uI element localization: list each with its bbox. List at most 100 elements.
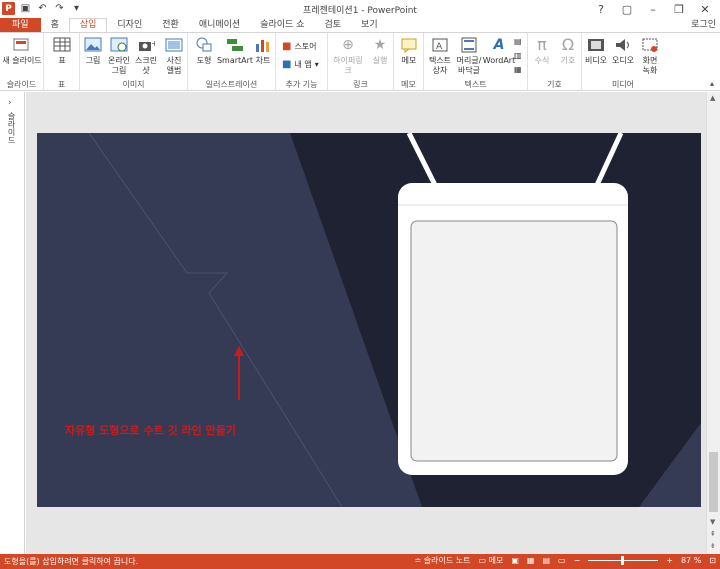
camera-icon: +	[136, 36, 156, 54]
restore-icon[interactable]: ❐	[666, 0, 692, 18]
group-symbols: π 수식 Ω 기호 기호	[528, 33, 582, 91]
close-icon[interactable]: ✕	[692, 0, 718, 18]
slide-artwork	[37, 133, 701, 507]
scroll-up-icon[interactable]: ▲	[710, 94, 715, 102]
title-bar: P ▣ ↶ ↷ ▾ 프레젠테이션1 - PowerPoint ? ▢ – ❐ ✕	[0, 0, 720, 18]
header-footer-icon	[459, 36, 479, 54]
group-links: ⊕ 하이퍼링크 ★ 실행 링크	[328, 33, 394, 91]
textbox-button[interactable]: A 텍스트 상자	[426, 36, 454, 76]
screen-recording-button[interactable]: 화면 녹화	[638, 36, 662, 76]
tab-insert[interactable]: 삽입	[68, 18, 108, 33]
date-time-icon[interactable]: ▤	[514, 37, 522, 46]
zoom-slider-knob[interactable]	[621, 556, 625, 565]
tab-view[interactable]: 보기	[351, 18, 388, 33]
zoom-level[interactable]: 87 %	[681, 556, 701, 565]
online-pictures-button[interactable]: 온라인 그림	[106, 36, 132, 76]
scrollbar-thumb[interactable]	[709, 452, 718, 512]
zoom-slider[interactable]	[588, 556, 659, 565]
photo-album-button[interactable]: 사진 앨범	[162, 36, 186, 76]
tab-transitions[interactable]: 전환	[152, 18, 189, 33]
group-illustrations: 도형 SmartArt 차트 일러스트레이션	[188, 33, 276, 91]
annotation-arrow	[234, 346, 244, 400]
shapes-icon	[194, 36, 214, 54]
slide-number-icon[interactable]: ▥	[514, 51, 522, 60]
zoom-in-icon[interactable]: +	[666, 556, 673, 565]
pi-icon: π	[537, 35, 547, 54]
shapes-button[interactable]: 도형	[192, 36, 216, 66]
slide-canvas[interactable]	[37, 133, 701, 507]
photo-album-icon	[164, 36, 184, 54]
new-slide-button[interactable]: 새 슬라이드	[2, 36, 42, 66]
video-icon	[586, 36, 606, 54]
previous-slide-icon[interactable]: ⇞	[710, 530, 716, 538]
store-button[interactable]: ■ 스토어	[282, 41, 317, 52]
ribbon: 새 슬라이드 슬라이드 표 표 그림 온라인 그림 + 스크린샷 사진 앨범 이…	[0, 32, 720, 91]
action-button[interactable]: ★ 실행	[368, 36, 392, 66]
wordart-icon: A	[493, 37, 505, 53]
hyperlink-button[interactable]: ⊕ 하이퍼링크	[330, 36, 366, 76]
symbol-button[interactable]: Ω 기호	[556, 36, 580, 66]
store-icon: ■	[282, 41, 292, 52]
group-table: 표 표	[44, 33, 80, 91]
tab-file[interactable]: 파일	[0, 18, 41, 33]
normal-view-icon[interactable]: ▣	[511, 556, 519, 565]
tab-review[interactable]: 검토	[314, 18, 351, 33]
comment-icon	[399, 36, 419, 54]
my-apps-icon: ■	[282, 59, 292, 70]
tab-design[interactable]: 디자인	[107, 18, 152, 33]
minimize-icon[interactable]: –	[640, 0, 666, 18]
ribbon-tabs: 파일 홈 삽입 디자인 전환 애니메이션 슬라이드 쇼 검토 보기 로그인	[0, 18, 720, 33]
login-link[interactable]: 로그인	[691, 18, 716, 33]
table-icon	[52, 36, 72, 54]
status-message: 도형을(를) 삽입하려면 클릭하여 끕니다.	[4, 557, 139, 566]
group-addins: ■ 스토어 ■ 내 앱 ▾ 추가 기능	[276, 33, 328, 91]
scroll-down-icon[interactable]: ▼	[710, 518, 715, 526]
action-star-icon: ★	[373, 37, 387, 53]
audio-button[interactable]: 오디오	[610, 36, 636, 66]
next-slide-icon[interactable]: ⇟	[710, 542, 716, 550]
hyperlink-icon: ⊕	[342, 37, 354, 53]
group-comments: 메모 메모	[394, 33, 424, 91]
video-button[interactable]: 비디오	[584, 36, 608, 66]
slide-sorter-icon[interactable]: ▦	[527, 556, 535, 565]
object-icon[interactable]: ▦	[514, 65, 522, 74]
comment-button[interactable]: 메모	[397, 36, 421, 66]
ribbon-display-icon[interactable]: ▢	[614, 0, 640, 18]
pictures-button[interactable]: 그림	[82, 36, 104, 66]
online-picture-icon	[109, 36, 129, 54]
notes-button[interactable]: ≐ 슬라이드 노트	[415, 555, 471, 566]
group-slides: 새 슬라이드 슬라이드	[0, 33, 44, 91]
chart-button[interactable]: 차트	[252, 36, 274, 66]
tab-slideshow[interactable]: 슬라이드 쇼	[250, 18, 314, 33]
annotation-text: 자유형 도형으로 수트 깃 라인 만들기	[65, 424, 236, 437]
speaker-icon	[613, 36, 633, 54]
reading-view-icon[interactable]: ▤	[542, 556, 550, 565]
wordart-button[interactable]: A WordArt	[483, 36, 515, 66]
group-text: A 텍스트 상자 머리글/바닥글 A WordArt ▤ ▥ ▦ 텍스트	[424, 33, 528, 91]
zoom-out-icon[interactable]: −	[574, 556, 581, 565]
chart-icon	[253, 36, 273, 54]
vertical-scrollbar[interactable]: ▲ ▼ ⇞ ⇟	[706, 92, 720, 554]
header-footer-button[interactable]: 머리글/바닥글	[454, 36, 484, 76]
screen-recording-icon	[640, 36, 660, 54]
comments-button[interactable]: ▭ 메모	[478, 555, 503, 566]
table-button[interactable]: 표	[48, 36, 76, 66]
id-card-photo-area[interactable]	[410, 220, 618, 462]
my-apps-button[interactable]: ■ 내 앱 ▾	[282, 59, 319, 70]
group-images: 그림 온라인 그림 + 스크린샷 사진 앨범 이미지	[80, 33, 188, 91]
screenshot-button[interactable]: + 스크린샷	[132, 36, 160, 76]
slideshow-icon[interactable]: ▭	[558, 556, 566, 565]
tab-home[interactable]: 홈	[41, 18, 69, 33]
fit-to-window-icon[interactable]: ⊡	[709, 556, 716, 565]
equation-button[interactable]: π 수식	[530, 36, 554, 66]
svg-text:+: +	[151, 39, 155, 48]
help-icon[interactable]: ?	[588, 0, 614, 18]
thumbnail-pane: › 슬라이드	[0, 92, 25, 554]
new-slide-icon	[12, 36, 32, 54]
tab-animations[interactable]: 애니메이션	[189, 18, 250, 33]
arrow-head-icon	[234, 346, 244, 356]
thumbnail-pane-label[interactable]: 슬라이드	[6, 112, 17, 144]
collapse-ribbon-icon[interactable]: ▴	[710, 79, 714, 88]
expand-pane-icon[interactable]: ›	[8, 98, 12, 108]
smartart-button[interactable]: SmartArt	[217, 36, 253, 66]
